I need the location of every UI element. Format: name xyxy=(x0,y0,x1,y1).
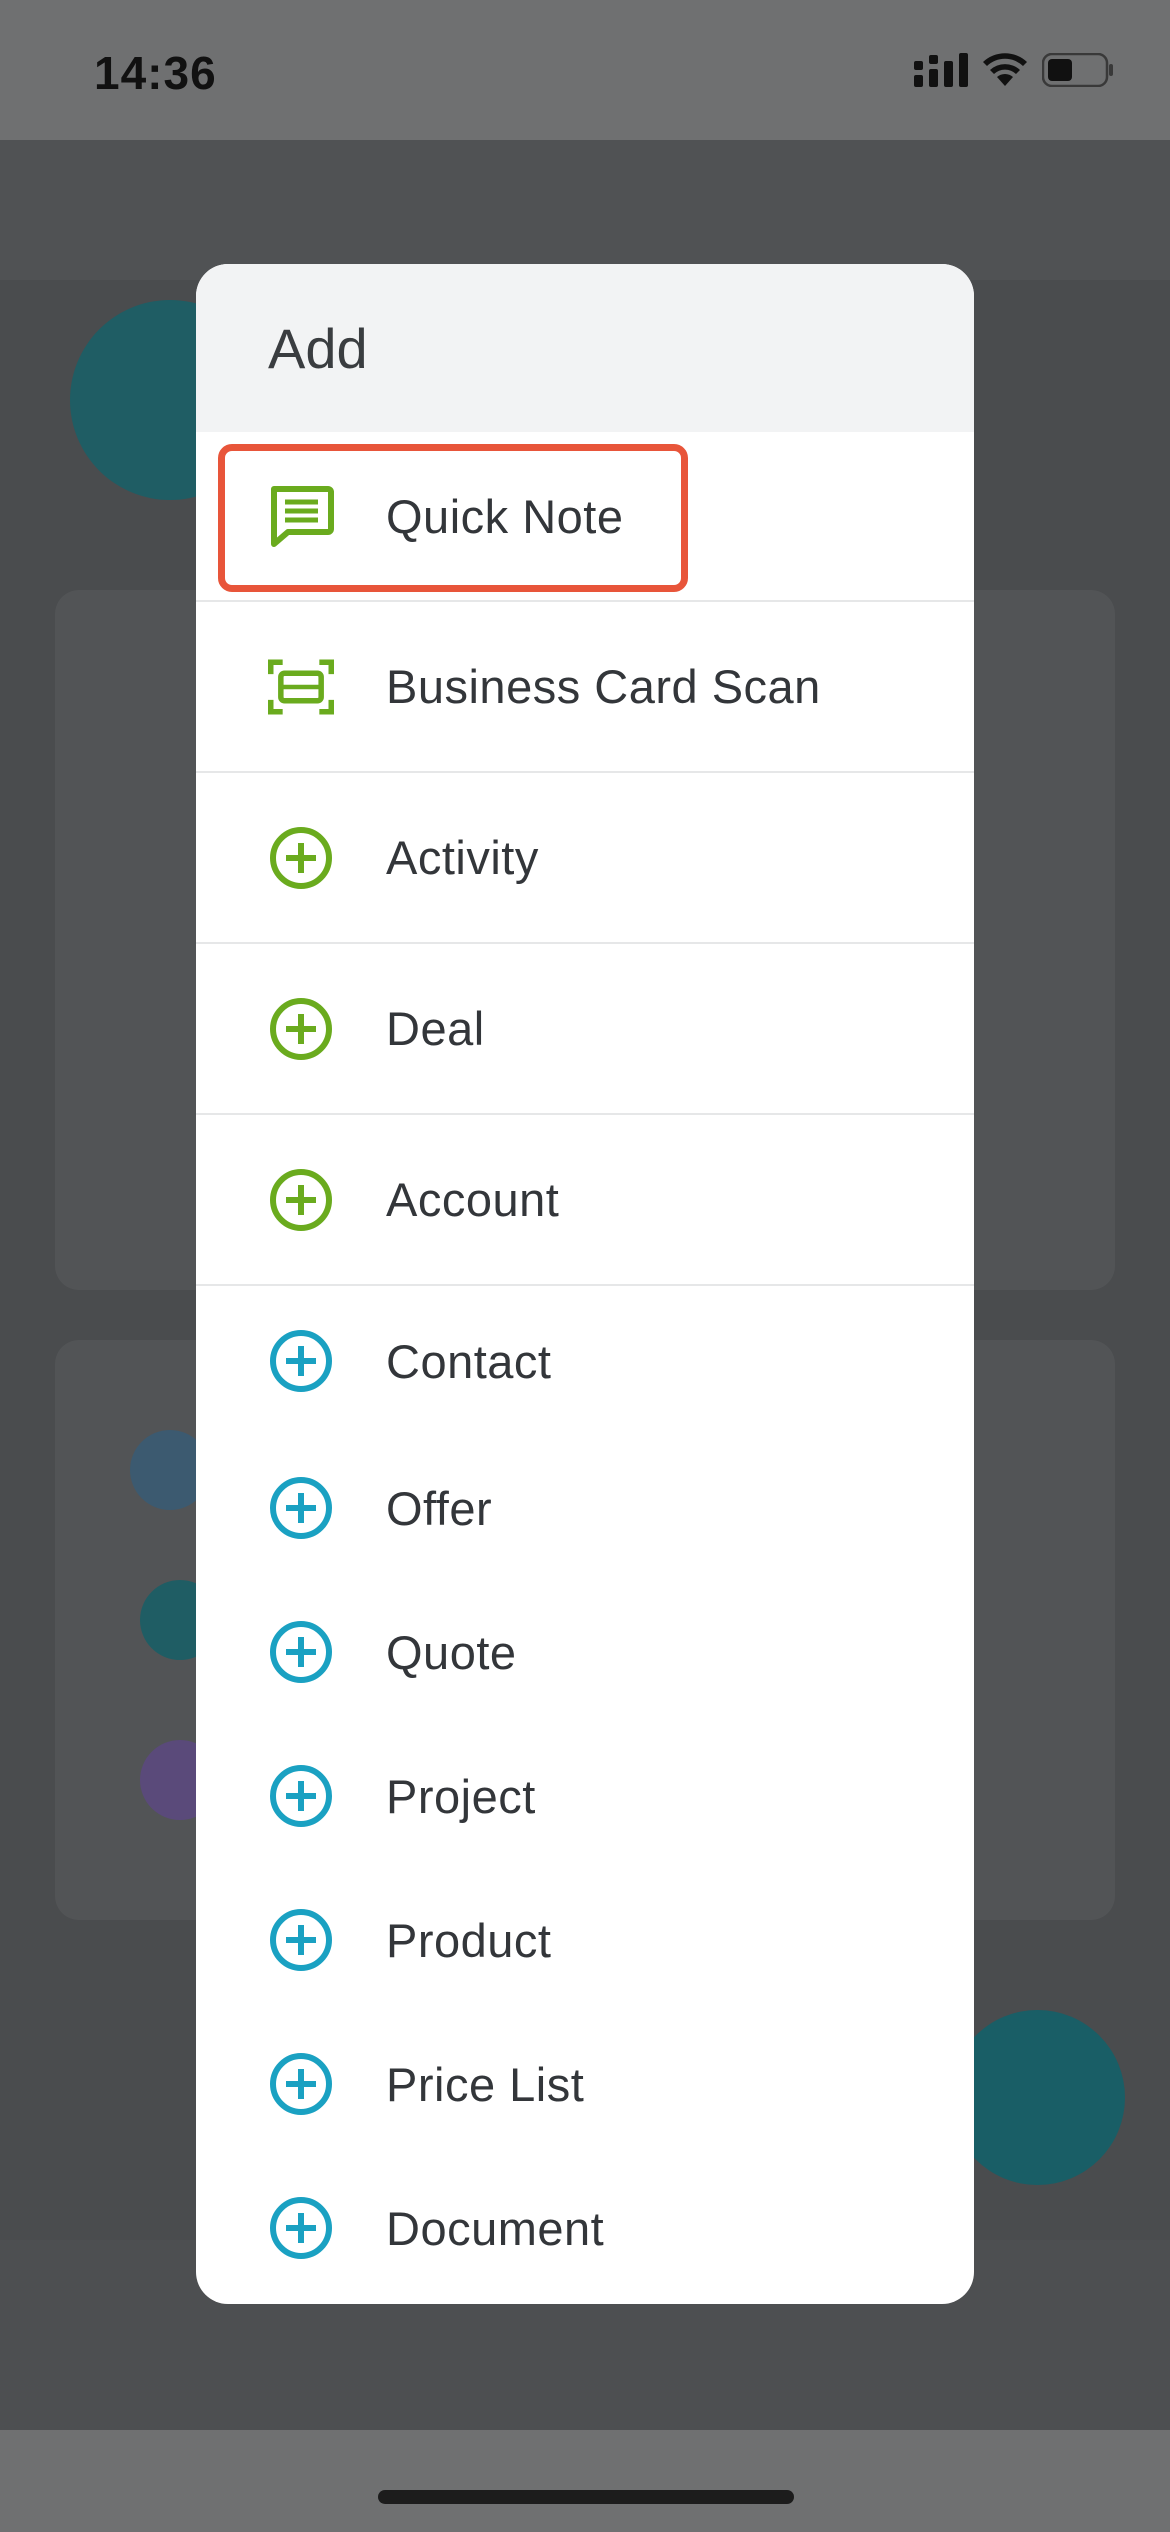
menu-item-product[interactable]: Product xyxy=(196,1868,974,2012)
background-topbar xyxy=(0,140,1170,280)
menu-item-label: Quote xyxy=(386,1625,517,1679)
battery-icon xyxy=(1041,52,1114,92)
menu-item-deal[interactable]: Deal xyxy=(196,944,974,1115)
menu-item-label: Account xyxy=(386,1173,560,1226)
menu-item-offer[interactable]: Offer xyxy=(196,1436,974,1580)
background-bottom xyxy=(0,2430,1170,2532)
menu-item-label: Price List xyxy=(386,2057,585,2111)
menu-item-label: Product xyxy=(386,1913,552,1967)
menu-item-activity[interactable]: Activity xyxy=(196,773,974,944)
menu-item-label: Activity xyxy=(386,831,539,884)
scan-card-icon xyxy=(268,654,334,720)
menu-item-document[interactable]: Document xyxy=(196,2156,974,2300)
modal-title: Add xyxy=(268,316,368,380)
status-time: 14:36 xyxy=(94,47,217,99)
menu-item-price-list[interactable]: Price List xyxy=(196,2012,974,2156)
menu-item-account[interactable]: Account xyxy=(196,1115,974,1286)
plus-circle-icon xyxy=(268,1763,334,1829)
plus-circle-icon xyxy=(268,825,334,891)
wifi-icon xyxy=(982,52,1028,93)
status-bar: 14:36 xyxy=(0,0,1170,140)
modal-header: Add xyxy=(196,264,974,432)
signal-icon xyxy=(914,53,968,92)
menu-item-label: Deal xyxy=(386,1002,485,1055)
menu-item-contact[interactable]: Contact xyxy=(196,1286,974,1436)
menu-item-label: Offer xyxy=(386,1481,493,1535)
plus-circle-icon xyxy=(268,2051,334,2117)
menu-item-label: Project xyxy=(386,1769,536,1823)
plus-circle-icon xyxy=(268,996,334,1062)
plus-circle-icon xyxy=(268,2195,334,2261)
chat-note-icon xyxy=(268,483,334,549)
menu-item-label: Quick Note xyxy=(386,489,624,543)
menu-item-label: Document xyxy=(386,2201,605,2255)
plus-circle-icon xyxy=(268,1907,334,1973)
menu-item-label: Contact xyxy=(386,1334,552,1388)
menu-item-label: Business Card Scan xyxy=(386,660,821,713)
menu-item-business-card-scan[interactable]: Business Card Scan xyxy=(196,602,974,773)
status-icons xyxy=(914,52,1114,93)
add-menu-modal: Add Quick Note Business Card Scan Activi… xyxy=(196,264,974,2304)
menu-item-quote[interactable]: Quote xyxy=(196,1580,974,1724)
home-indicator[interactable] xyxy=(378,2490,794,2504)
plus-circle-icon xyxy=(268,1328,334,1394)
menu-item-project[interactable]: Project xyxy=(196,1724,974,1868)
background-add-button xyxy=(950,2010,1125,2185)
plus-circle-icon xyxy=(268,1475,334,1541)
plus-circle-icon xyxy=(268,1619,334,1685)
plus-circle-icon xyxy=(268,1167,334,1233)
menu-item-quick-note[interactable]: Quick Note xyxy=(196,432,974,602)
